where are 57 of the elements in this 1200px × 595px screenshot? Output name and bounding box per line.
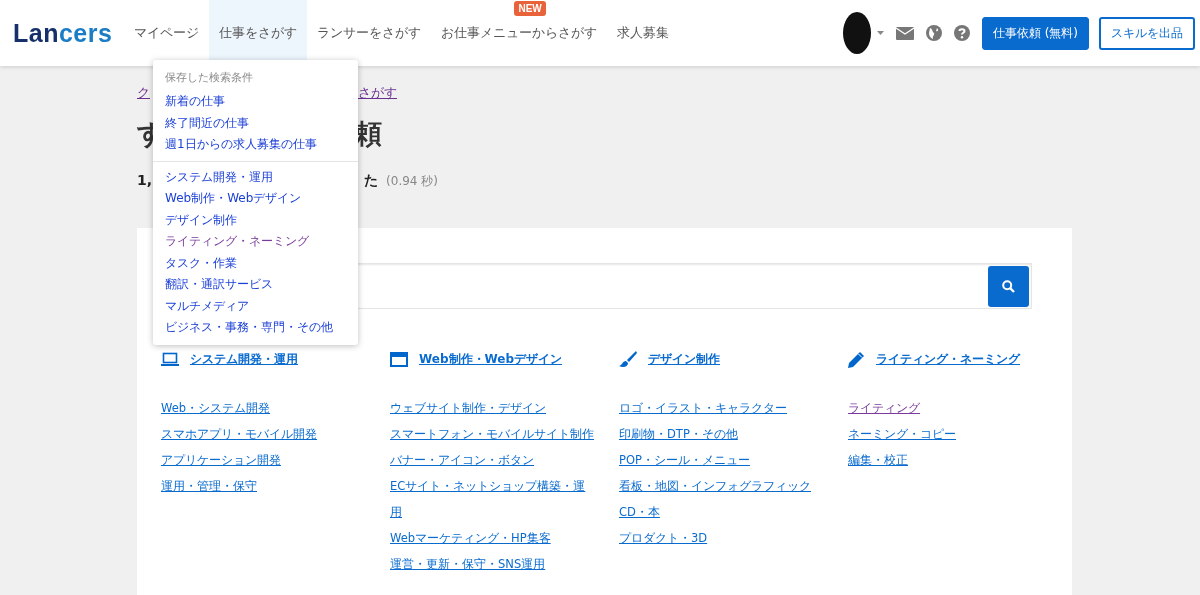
- paintbrush-icon: [619, 350, 637, 368]
- menu-link[interactable]: 週1日からの求人募集の仕事: [153, 134, 358, 156]
- nav-tab[interactable]: ランサーをさがす: [307, 0, 432, 66]
- category-link[interactable]: Web制作・Webデザイン: [419, 350, 563, 368]
- laptop-icon: [161, 352, 179, 366]
- nav-tab[interactable]: 求人募集: [607, 0, 680, 66]
- subcategory-link[interactable]: POP・シール・メニュー: [619, 447, 750, 473]
- breadcrumb-link[interactable]: さがす: [358, 85, 397, 102]
- subcategory-link[interactable]: アプリケーション開発: [161, 447, 281, 473]
- subcategory-link[interactable]: Web・システム開発: [161, 395, 271, 421]
- subcategory-link[interactable]: ネーミング・コピー: [848, 421, 956, 447]
- menu-link[interactable]: 翻訳・通訳サービス: [153, 274, 358, 296]
- subcategory-link[interactable]: スマートフォン・モバイルサイト制作: [390, 421, 594, 447]
- pencil-icon: [848, 350, 865, 368]
- menu-section-title: 保存した検索条件: [164, 70, 254, 86]
- globe-icon[interactable]: [925, 25, 942, 41]
- subcategory-link[interactable]: 印刷物・DTP・その他: [619, 421, 738, 447]
- subcategory-link[interactable]: ECサイト・ネットショップ構築・運用: [390, 473, 595, 525]
- mail-icon[interactable]: [895, 26, 914, 40]
- search-button[interactable]: [988, 266, 1029, 307]
- subcategory-link[interactable]: 看板・地図・インフォグラフィック: [619, 473, 811, 499]
- subcategory-link[interactable]: CD・本: [619, 499, 660, 525]
- menu-link[interactable]: Web制作・Webデザイン: [153, 188, 358, 210]
- nav-tab[interactable]: NEW お仕事メニューからさがす: [431, 0, 608, 66]
- post-job-button[interactable]: 仕事依頼 (無料): [981, 16, 1089, 50]
- subcategory-link[interactable]: ロゴ・イラスト・キャラクター: [619, 395, 787, 421]
- subcategory-link[interactable]: バナー・アイコン・ボタン: [390, 447, 534, 473]
- category-link[interactable]: デザイン制作: [648, 350, 720, 368]
- menu-link[interactable]: ビジネス・事務・専門・その他: [153, 317, 358, 339]
- category-link[interactable]: システム開発・運用: [190, 350, 298, 368]
- new-badge: NEW: [514, 1, 546, 16]
- subcategory-link[interactable]: スマホアプリ・モバイル開発: [161, 421, 317, 447]
- menu-link[interactable]: デザイン制作: [153, 209, 358, 231]
- subcategory-link[interactable]: ウェブサイト制作・デザイン: [390, 395, 546, 421]
- search-icon: [1002, 280, 1015, 293]
- result-count: た: [364, 172, 379, 190]
- menu-link[interactable]: 新着の仕事: [153, 91, 358, 113]
- sell-skill-button[interactable]: スキルを出品: [1099, 16, 1195, 50]
- menu-link[interactable]: システム開発・運用: [153, 166, 358, 188]
- menu-link[interactable]: タスク・作業: [153, 252, 358, 274]
- logo[interactable]: Lancers: [13, 18, 113, 48]
- menu-link[interactable]: 終了間近の仕事: [153, 112, 358, 134]
- subcategory-link[interactable]: 編集・校正: [848, 447, 908, 473]
- window-icon: [390, 351, 408, 367]
- menu-link[interactable]: マルチメディア: [153, 295, 358, 317]
- subcategory-link[interactable]: プロダクト・3D: [619, 525, 708, 551]
- subcategory-link[interactable]: 運営・更新・保守・SNS運用: [390, 551, 546, 577]
- subcategory-link[interactable]: Webマーケティング・HP集客: [390, 525, 551, 551]
- help-icon[interactable]: [953, 25, 970, 41]
- search-time: (0.94 秒): [386, 173, 438, 190]
- menu-link[interactable]: ライティング・ネーミング: [153, 231, 358, 253]
- caret-icon[interactable]: [876, 31, 884, 35]
- subcategory-link[interactable]: ライティング: [848, 395, 920, 421]
- breadcrumb-link[interactable]: ク: [137, 85, 150, 102]
- result-count: 1,: [137, 172, 153, 188]
- category-link[interactable]: ライティング・ネーミング: [876, 350, 1020, 368]
- subcategory-link[interactable]: 運用・管理・保守: [161, 473, 257, 499]
